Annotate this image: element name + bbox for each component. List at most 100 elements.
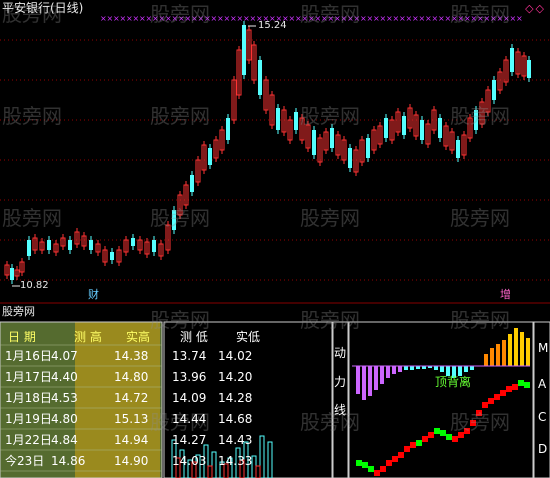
macd-step <box>440 430 446 436</box>
histogram-bar <box>362 366 366 400</box>
col-header-date: 日 期 <box>8 330 36 344</box>
row-real-high: 14.80 <box>114 370 149 384</box>
candle-body <box>110 252 114 260</box>
row-real-low: 14.33 <box>218 454 253 468</box>
candle-body <box>68 240 72 250</box>
watermark: 股旁网 <box>150 308 210 332</box>
macd-step <box>452 436 458 442</box>
macd-step <box>422 436 428 442</box>
histogram-bar <box>398 366 402 372</box>
macd-step <box>518 380 524 386</box>
candle-body <box>294 112 298 130</box>
row-pred-low: 13.74 <box>172 349 207 363</box>
histogram-bar <box>404 366 408 370</box>
col-header-pred-low: 测 低 <box>180 330 208 344</box>
row-date: 1月19日 <box>5 412 52 426</box>
power-line-char-3: 线 <box>334 403 347 417</box>
col-header-real-low: 实低 <box>236 330 261 344</box>
macd-step <box>356 460 362 466</box>
candlestick-series <box>4 21 531 284</box>
macd-step <box>446 434 452 440</box>
row-real-high: 14.38 <box>114 349 149 363</box>
chart-canvas[interactable]: × × × × × × × × × × × × × × × × × × × × × × × × × × × × × × × × × × × × × × × ×… <box>0 0 550 478</box>
row-pred-low: 14.44 <box>172 412 207 426</box>
candle-body <box>190 175 194 192</box>
col-header-pred-high: 测 高 <box>74 330 102 344</box>
macd-step <box>416 440 422 446</box>
row-pred-high: 14.86 <box>51 454 86 468</box>
candle-body <box>312 130 316 155</box>
macd-step <box>380 466 386 472</box>
candle-body <box>384 118 388 138</box>
event-zeng-marker[interactable]: 增 <box>500 289 511 300</box>
macd-step <box>524 382 530 388</box>
row-pred-high: 4.80 <box>51 412 78 426</box>
event-cai-marker[interactable]: 财 <box>88 289 99 300</box>
candle-body <box>152 240 156 252</box>
candle-body <box>492 80 496 100</box>
histogram-bar <box>470 366 474 370</box>
watermark: 股旁网 <box>150 2 210 26</box>
watermark: 股旁网 <box>300 308 360 332</box>
histogram-bar <box>434 366 438 370</box>
row-pred-low: 13.96 <box>172 370 207 384</box>
watermark: 股旁网 <box>2 104 62 128</box>
row-real-high: 14.72 <box>114 391 149 405</box>
watermark: 股旁网 <box>450 308 510 332</box>
row-date: 今23日 <box>5 454 45 468</box>
macd-step <box>506 386 512 392</box>
row-real-low: 14.43 <box>218 433 253 447</box>
watermark: 股旁网 <box>450 206 510 230</box>
x-marker: × <box>516 14 523 23</box>
candle-body <box>402 116 406 135</box>
power-line-char-1: 动 <box>334 346 347 360</box>
row-pred-high: 4.40 <box>51 370 78 384</box>
histogram-bar <box>374 366 378 390</box>
power-line-char-2: 力 <box>334 375 347 389</box>
histogram-bar <box>386 366 390 378</box>
row-real-low: 14.02 <box>218 349 253 363</box>
row-date: 1月17日 <box>5 370 52 384</box>
col-header-real-high: 实高 <box>126 330 151 344</box>
candle-body <box>242 25 246 75</box>
macd-step <box>428 432 434 438</box>
candle-body <box>348 148 352 168</box>
histogram-bar <box>490 348 494 366</box>
candle-body <box>420 120 424 140</box>
candle-body <box>208 148 212 165</box>
candle-body <box>510 48 514 72</box>
row-date: 1月16日 <box>5 349 52 363</box>
histogram-bar <box>368 366 372 396</box>
row-real-low: 14.20 <box>218 370 253 384</box>
macd-step <box>368 466 374 472</box>
candle-body <box>456 140 460 158</box>
candle-body <box>89 240 93 250</box>
macd-label-a: A <box>538 377 547 391</box>
candle-body <box>330 128 334 148</box>
histogram-bar <box>496 344 500 366</box>
row-pred-low: 14.27 <box>172 433 207 447</box>
macd-step <box>398 452 404 458</box>
candle-body <box>527 60 531 78</box>
macd-label-c: C <box>538 410 547 424</box>
row-pred-low: 14.09 <box>172 391 207 405</box>
histogram-bar <box>526 338 530 366</box>
watermark: 股旁网 <box>300 410 360 434</box>
row-pred-high: 4.07 <box>51 349 78 363</box>
row-real-high: 14.90 <box>114 454 149 468</box>
candle-body <box>27 240 31 256</box>
candle-body <box>131 238 135 246</box>
macd-step <box>386 460 392 466</box>
watermark: 股旁网 <box>150 104 210 128</box>
histogram-bar <box>356 366 360 394</box>
row-pred-low: 14.03 <box>172 454 207 468</box>
candle-body <box>10 268 14 280</box>
row-pred-high: 4.84 <box>51 433 78 447</box>
watermark: 股旁网 <box>300 206 360 230</box>
histogram-bar <box>410 366 414 370</box>
macd-step <box>434 428 440 434</box>
histogram-bar <box>520 332 524 366</box>
macd-step <box>404 446 410 452</box>
candle-body <box>226 118 230 140</box>
row-pred-high: 4.53 <box>51 391 78 405</box>
